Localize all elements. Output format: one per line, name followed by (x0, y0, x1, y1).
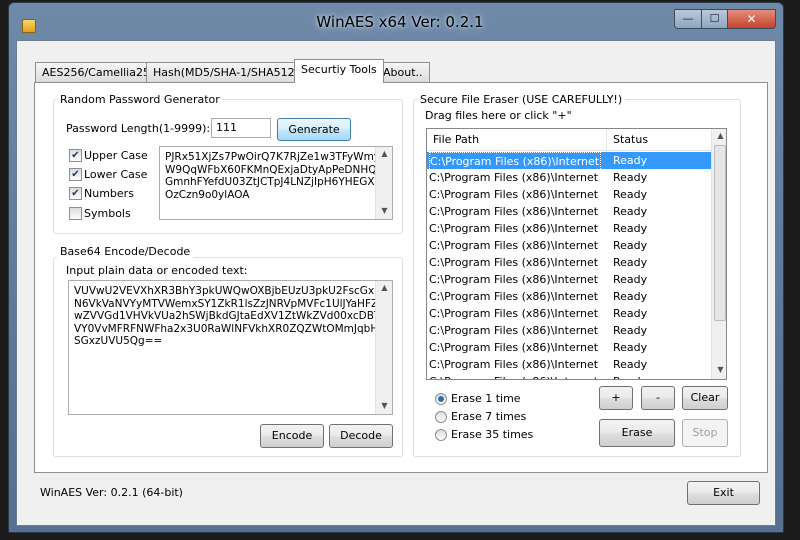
upper-case-label: Upper Case (84, 149, 148, 162)
file-list-row[interactable]: C:\Program Files (x86)\Internet ... Ready (427, 220, 711, 237)
clear-button[interactable]: Clear (682, 386, 728, 410)
numbers-label: Numbers (84, 187, 134, 200)
file-list-row[interactable]: C:\Program Files (x86)\Internet ... Ready (427, 339, 711, 356)
symbols-label: Symbols (84, 207, 131, 220)
tab-about[interactable]: About.. (376, 62, 430, 82)
symbols-checkbox[interactable] (69, 207, 82, 220)
file-list-row[interactable]: C:\Program Files (x86)\Internet ... Ready (427, 322, 711, 339)
file-path-cell: C:\Program Files (x86)\Internet ... (429, 256, 599, 269)
status-cell: Ready (613, 256, 648, 269)
file-path-cell: C:\Program Files (x86)\Internet ... (429, 341, 599, 354)
file-path-cell: C:\Program Files (x86)\Internet ... (429, 358, 599, 371)
tab-security-tools[interactable]: Securtiy Tools (294, 59, 384, 83)
remove-file-button[interactable]: - (641, 386, 675, 410)
file-list-row[interactable]: C:\Program Files (x86)\Internet ... Ready (427, 356, 711, 373)
base64-input-label: Input plain data or encoded text: (66, 264, 248, 277)
status-cell: Ready (613, 222, 648, 235)
add-file-button[interactable]: + (599, 386, 633, 410)
file-path-cell: C:\Program Files (x86)\Internet ... (429, 239, 599, 252)
file-path-cell: C:\Program Files (x86)\Internet ... (429, 290, 599, 303)
base64-textarea[interactable]: VUVwU2VEVXhXR3BhY3pkUWQwOXBjbEUzU3pkU2Fs… (68, 280, 393, 415)
scroll-up-icon[interactable]: ▲ (713, 129, 726, 143)
status-cell: Ready (613, 290, 648, 303)
status-cell: Ready (613, 154, 648, 167)
password-output[interactable]: PJRx51XjZs7PwOirQ7K7RjZe1w3TFyWmy W9QqWF… (159, 146, 393, 220)
file-list-row[interactable]: C:\Program Files (x86)\Internet ... Ready (427, 305, 711, 322)
scroll-down-icon[interactable]: ▼ (377, 399, 392, 413)
column-header-status[interactable]: Status (607, 129, 711, 151)
erase-7-times-label: Erase 7 times (451, 410, 527, 423)
file-list-row[interactable]: C:\Program Files (x86)\Internet ... Ready (427, 373, 711, 379)
scroll-down-icon[interactable]: ▼ (377, 204, 392, 218)
close-button[interactable]: ✕ (727, 9, 776, 29)
file-path-cell: C:\Program Files (x86)\Internet ... (429, 188, 599, 201)
password-length-label: Password Length(1-9999): (66, 122, 211, 135)
status-cell: Ready (613, 341, 648, 354)
password-output-text: PJRx51XjZs7PwOirQ7K7RjZe1w3TFyWmy W9QqWF… (165, 151, 384, 201)
scroll-up-icon[interactable]: ▲ (377, 281, 392, 295)
status-cell: Ready (613, 373, 647, 379)
base64-text: VUVwU2VEVXhXR3BhY3pkUWQwOXBjbEUzU3pkU2Fs… (74, 285, 393, 348)
tab-hash[interactable]: Hash(MD5/SHA-1/SHA512..) (146, 62, 313, 82)
lower-case-label: Lower Case (84, 168, 148, 181)
exit-button[interactable]: Exit (687, 481, 760, 505)
maximize-button[interactable]: ☐ (701, 9, 728, 29)
scroll-up-icon[interactable]: ▲ (377, 147, 392, 161)
stop-button[interactable]: Stop (682, 419, 728, 447)
file-path-cell: C:\Program Files (x86)\Internet ... (429, 324, 599, 337)
file-list-row[interactable]: C:\Program Files (x86)\Internet ... Ready (427, 203, 711, 220)
status-cell: Ready (613, 171, 648, 184)
file-list-row[interactable]: C:\Program Files (x86)\Internet ... Ready (427, 288, 711, 305)
erase-button[interactable]: Erase (599, 419, 675, 447)
erase-35-times-radio[interactable] (435, 429, 447, 441)
file-path-cell: C:\Program Files (x86)\Internet ... (429, 171, 599, 184)
minimize-button[interactable]: — (674, 9, 702, 29)
generate-button[interactable]: Generate (277, 118, 351, 141)
status-cell: Ready (613, 239, 648, 252)
erase-7-times-radio[interactable] (435, 411, 447, 423)
password-length-field[interactable]: 111 (211, 118, 271, 138)
column-header-file-path[interactable]: File Path (427, 129, 607, 151)
erase-1-time-radio[interactable] (435, 393, 447, 405)
file-path-cell: C:\Program Files (x86)\Internet ... (429, 222, 599, 235)
numbers-checkbox[interactable]: ✔ (69, 187, 82, 200)
file-list-row[interactable]: C:\Program Files (x86)\Internet ... Ready (427, 169, 711, 186)
erase-35-times-label: Erase 35 times (451, 428, 534, 441)
scroll-down-icon[interactable]: ▼ (713, 363, 726, 377)
lower-case-checkbox[interactable]: ✔ (69, 168, 82, 181)
decode-button[interactable]: Decode (329, 424, 393, 448)
file-list-row[interactable]: C:\Program Files (x86)\Internet ... Ready (427, 186, 711, 203)
file-path-cell: C:\Program Files (x86)\Internet ... (429, 273, 599, 286)
status-cell: Ready (613, 205, 648, 218)
status-text: WinAES Ver: 0.2.1 (64-bit) (40, 486, 183, 499)
scrollbar-thumb[interactable] (714, 145, 726, 321)
file-list-row[interactable]: C:\Program Files (x86)\Internet ...Ready (427, 152, 711, 171)
base64-group-label: Base64 Encode/Decode (57, 245, 194, 258)
upper-case-checkbox[interactable]: ✔ (69, 149, 82, 162)
status-cell: Ready (613, 324, 648, 337)
encode-button[interactable]: Encode (260, 424, 324, 448)
file-path-cell: C:\Program Files (x86)\Internet ... (429, 373, 599, 379)
file-path-cell: C:\Program Files (x86)\Internet ... (429, 205, 599, 218)
erase-1-time-label: Erase 1 time (451, 392, 521, 405)
status-cell: Ready (613, 358, 648, 371)
file-list-scrollbar[interactable]: ▲ ▼ (711, 129, 726, 379)
status-cell: Ready (613, 188, 648, 201)
password-output-scrollbar[interactable]: ▲ ▼ (375, 147, 392, 219)
base64-scrollbar[interactable]: ▲ ▼ (375, 281, 392, 414)
file-eraser-label: Secure File Eraser (USE CAREFULLY!) (417, 93, 626, 106)
password-generator-label: Random Password Generator (57, 93, 223, 106)
file-list[interactable]: File Path Status C:\Program Files (x86)\… (426, 128, 727, 380)
status-cell: Ready (613, 273, 648, 286)
tab-aes[interactable]: AES256/Camellia256 (35, 62, 164, 82)
file-eraser-hint: Drag files here or click "+" (425, 109, 572, 122)
file-list-row[interactable]: C:\Program Files (x86)\Internet ... Ready (427, 237, 711, 254)
file-list-row[interactable]: C:\Program Files (x86)\Internet ... Ready (427, 254, 711, 271)
file-path-cell: C:\Program Files (x86)\Internet ... (429, 307, 599, 320)
file-list-row[interactable]: C:\Program Files (x86)\Internet ... Ready (427, 271, 711, 288)
status-cell: Ready (613, 307, 648, 320)
